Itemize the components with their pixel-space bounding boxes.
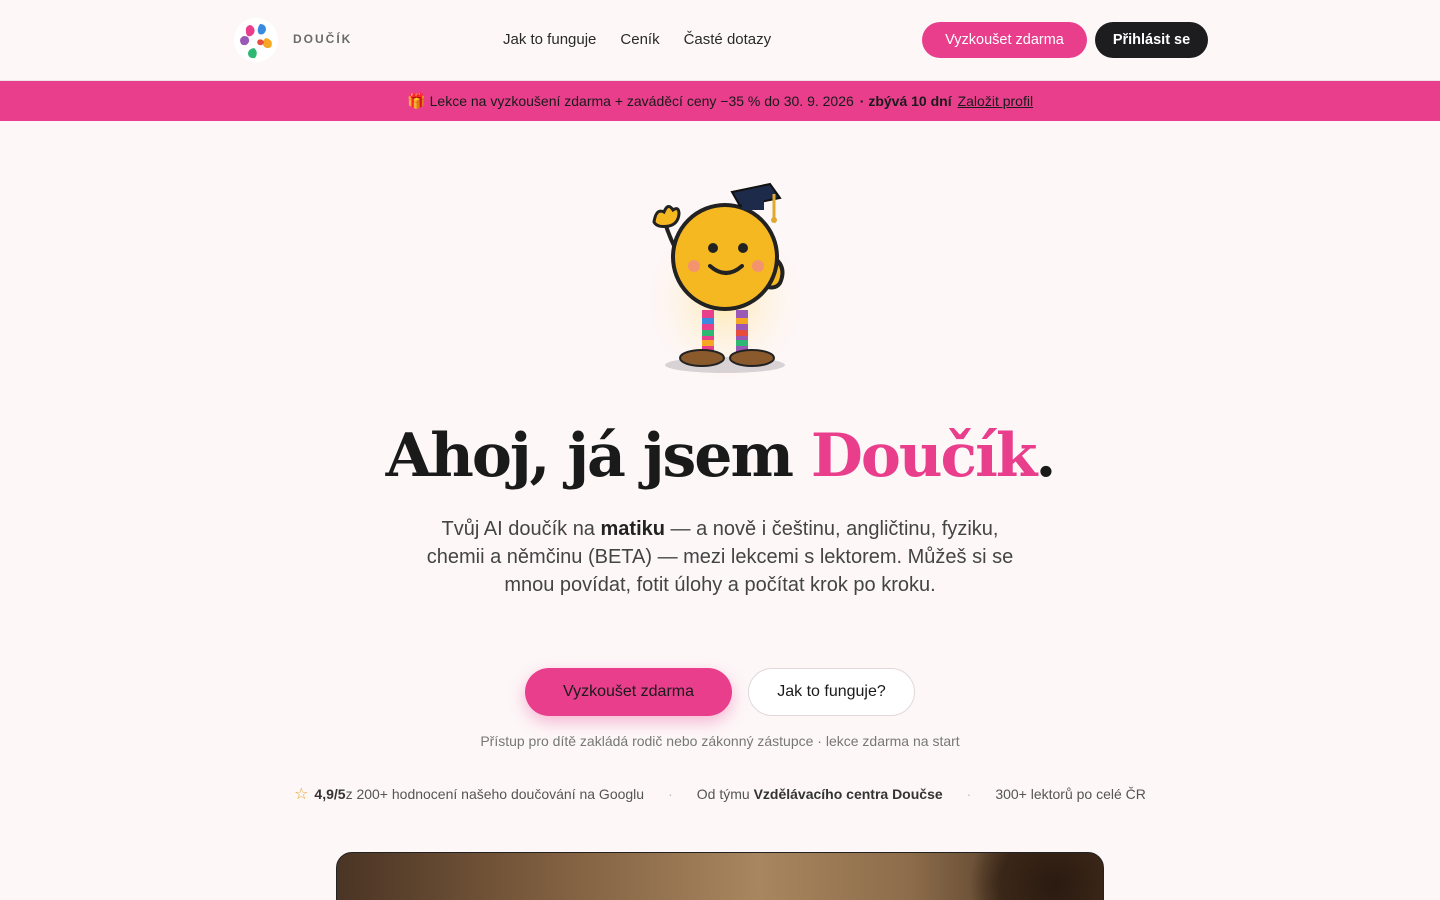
tutors-count: 300+ lektorů po celé ČR	[995, 786, 1146, 802]
promo-banner: 🎁 Lekce na vyzkoušení zdarma + zaváděcí …	[0, 81, 1440, 121]
hero-title-accent: Doučík	[810, 421, 1038, 491]
hero-title: Ahoj, já jsem Doučík.	[0, 418, 1440, 494]
main-nav: Jak to funguje Ceník Časté dotazy	[503, 30, 795, 50]
brand-name[interactable]: DOUČÍK	[293, 32, 352, 46]
nav-link-how-it-works[interactable]: Jak to funguje	[503, 30, 596, 50]
rating-text: z 200+ hodnocení našeho doučování na Goo…	[345, 786, 645, 802]
video-frame-detail	[943, 853, 1103, 900]
star-icon: ☆	[294, 786, 309, 803]
nav-link-pricing[interactable]: Ceník	[620, 30, 659, 50]
separator: ·	[966, 786, 972, 802]
top-navigation-bar: DOUČÍK Jak to funguje Ceník Časté dotazy…	[0, 0, 1440, 81]
promo-remaining: · zbývá 10 dní	[859, 93, 952, 109]
hero-title-prefix: Ahoj, já jsem	[385, 421, 811, 491]
try-free-button-header[interactable]: Vyzkoušet zdarma	[922, 22, 1087, 58]
try-free-button[interactable]: Vyzkoušet zdarma	[525, 668, 732, 716]
gift-icon: 🎁	[406, 93, 426, 110]
create-profile-link[interactable]: Založit profil	[958, 93, 1033, 109]
access-note: Přístup pro dítě zakládá rodič nebo záko…	[480, 733, 960, 749]
team-name: Vzdělávacího centra Doučse	[753, 786, 943, 802]
how-it-works-button[interactable]: Jak to funguje?	[748, 668, 915, 716]
rating-value: 4,9/5	[314, 786, 346, 802]
hero-title-suffix: .	[1035, 421, 1056, 491]
hands-logo-icon[interactable]	[232, 16, 280, 64]
separator: ·	[668, 786, 673, 802]
team-prefix: Od týmu	[696, 786, 750, 802]
login-button[interactable]: Přihlásit se	[1095, 22, 1208, 58]
promo-text: Lekce na vyzkoušení zdarma + zaváděcí ce…	[429, 93, 854, 109]
hero-subtitle: Tvůj AI doučík na matiku — a nově i češt…	[420, 515, 1020, 599]
nav-link-faq[interactable]: Časté dotazy	[684, 30, 772, 50]
hero-video-preview[interactable]	[336, 852, 1104, 900]
mascot-illustration	[635, 182, 815, 395]
hero-subtitle-bold: matiku	[600, 518, 665, 540]
hero-subtitle-part-1: Tvůj AI doučík na	[441, 518, 601, 540]
trust-stats: ☆ 4,9/5 z 200+ hodnocení našeho doučován…	[0, 784, 1440, 804]
